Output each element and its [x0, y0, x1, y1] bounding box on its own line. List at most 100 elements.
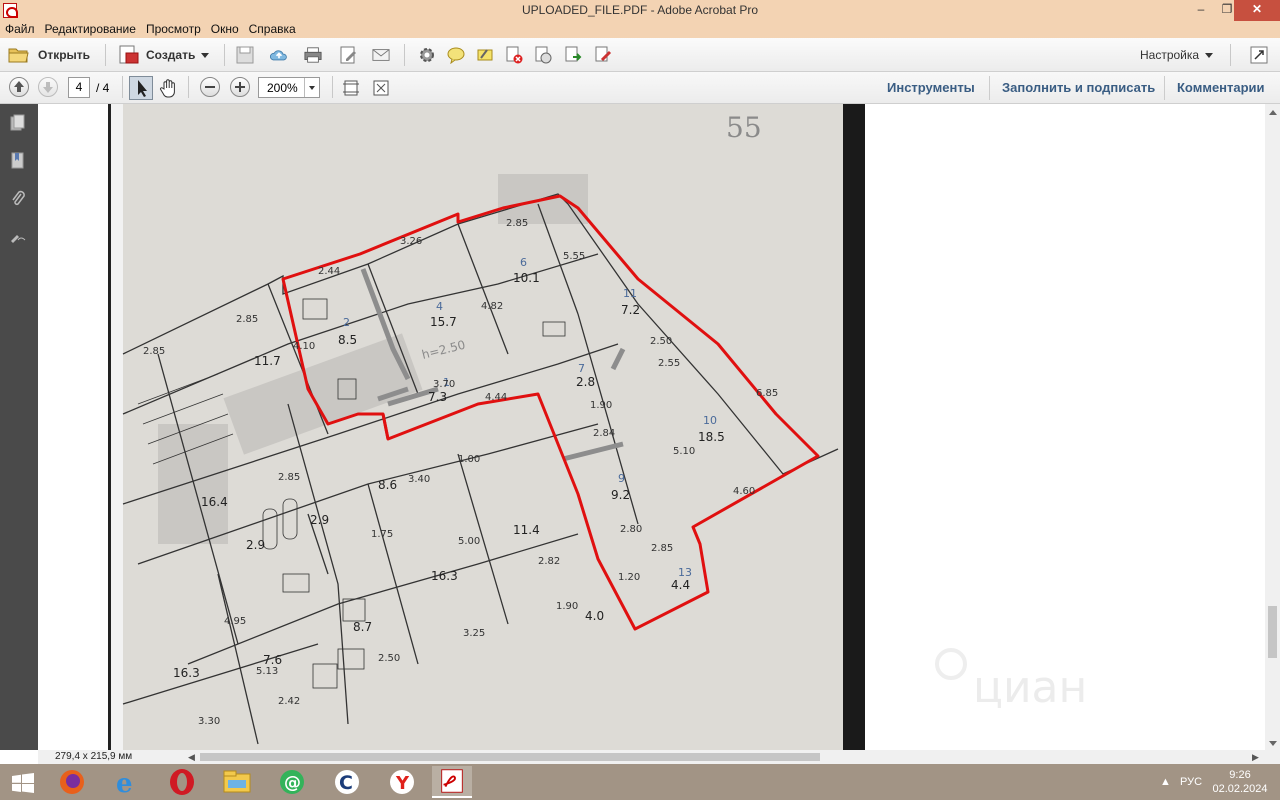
close-button[interactable]: ✕ [1234, 0, 1280, 21]
menu-view[interactable]: Просмотр [141, 21, 206, 38]
opera-icon[interactable] [162, 766, 202, 798]
svg-text:2.55: 2.55 [658, 358, 680, 369]
svg-text:6.85: 6.85 [756, 388, 778, 399]
page-number-input[interactable]: 4 [68, 77, 90, 98]
clock[interactable]: 9:26 02.02.2024 [1210, 768, 1270, 796]
clock-date: 02.02.2024 [1212, 783, 1268, 795]
comment-icon[interactable] [447, 46, 465, 64]
minimize-button[interactable]: – [1187, 0, 1215, 21]
tools-link[interactable]: Инструменты [887, 80, 975, 95]
svg-text:1.90: 1.90 [590, 400, 612, 411]
signatures-icon[interactable] [10, 228, 26, 246]
file-explorer-icon[interactable] [217, 766, 257, 798]
svg-text:2.85: 2.85 [506, 218, 528, 229]
folder-icon [8, 48, 29, 63]
room-label: 9.2 [611, 488, 630, 502]
room-label: 2.9 [310, 513, 329, 527]
menu-file[interactable]: Файл [0, 21, 40, 38]
language-indicator[interactable]: РУС [1180, 776, 1202, 788]
save-icon[interactable] [236, 46, 254, 64]
horizontal-scroll-thumb[interactable] [200, 753, 820, 761]
open-button[interactable]: Открыть [8, 42, 90, 68]
room-number: 13 [678, 566, 692, 579]
svg-text:Y: Y [395, 773, 410, 794]
room-number: 11 [623, 287, 637, 300]
arrow-down-icon [43, 82, 53, 93]
svg-text:5.55: 5.55 [563, 251, 585, 262]
menu-edit[interactable]: Редактирование [40, 21, 141, 38]
fit-page-icon[interactable] [342, 79, 360, 97]
svg-text:2.84: 2.84 [593, 428, 615, 439]
print-icon[interactable] [304, 46, 322, 64]
email-icon[interactable] [372, 46, 390, 64]
room-number: 6 [520, 256, 527, 269]
vertical-scrollbar[interactable] [1265, 104, 1280, 750]
internet-explorer-icon[interactable]: e [106, 766, 146, 798]
zoom-select[interactable]: 200% [258, 77, 320, 98]
svg-text:5.10: 5.10 [673, 446, 695, 457]
page-mark: 55 [726, 111, 762, 144]
ccleaner-icon[interactable]: C [327, 766, 367, 798]
menu-help[interactable]: Справка [244, 21, 301, 38]
clock-time: 9:26 [1229, 769, 1251, 781]
full-screen-icon[interactable] [372, 79, 390, 97]
navigation-toolbar: 4 / 4 200% Инструменты Заполнить и подпи… [0, 72, 1280, 104]
room-label: 2.9 [246, 538, 265, 552]
arrow-up-icon [14, 81, 24, 92]
scroll-right-icon[interactable]: ▶ [1252, 752, 1259, 763]
menu-window[interactable]: Окно [206, 21, 244, 38]
mail-agent-icon[interactable]: @ [272, 766, 312, 798]
previous-page-button[interactable] [9, 77, 29, 97]
room-number: 10 [703, 414, 717, 427]
windows-start-icon[interactable] [12, 773, 34, 793]
room-label: 11.4 [513, 523, 540, 537]
svg-text:2.50: 2.50 [378, 653, 400, 664]
protect-icon[interactable] [534, 46, 552, 64]
room-number: 7 [578, 362, 585, 375]
delete-page-icon[interactable] [505, 46, 523, 64]
create-pdf-icon [119, 45, 139, 64]
firefox-icon[interactable] [52, 766, 92, 798]
room-label: 10.1 [513, 271, 540, 285]
svg-text:4.44: 4.44 [485, 392, 507, 403]
room-label: 16.3 [173, 666, 200, 680]
next-page-button[interactable] [38, 77, 58, 97]
room-label: 8.7 [353, 620, 372, 634]
hand-tool-icon[interactable] [158, 77, 180, 99]
room-label: 7.2 [621, 303, 640, 317]
page-size-label: 279,4 x 215,9 мм [55, 751, 133, 762]
settings-button[interactable]: Настройка [1140, 48, 1214, 62]
page-thumbnails-icon[interactable] [10, 114, 26, 132]
attachments-icon[interactable] [10, 190, 26, 208]
tray-expand-icon[interactable]: ▲ [1160, 776, 1171, 788]
svg-text:e: e [116, 769, 133, 798]
acrobat-taskbar-icon[interactable] [432, 766, 472, 798]
room-label: 11.7 [254, 354, 281, 368]
main-toolbar: Открыть Создать Настройка [0, 38, 1280, 72]
highlight-icon[interactable] [476, 46, 494, 64]
bookmarks-icon[interactable] [10, 152, 26, 170]
svg-text:2.85: 2.85 [143, 346, 165, 357]
select-tool-icon[interactable] [129, 76, 153, 100]
cloud-upload-icon[interactable] [270, 46, 288, 64]
room-label: 7.3 [428, 390, 447, 404]
expand-icon[interactable] [1250, 46, 1268, 64]
room-label: 8.6 [378, 478, 397, 492]
fill-sign-link[interactable]: Заполнить и подписать [1002, 80, 1155, 95]
vertical-scroll-thumb[interactable] [1268, 606, 1277, 658]
gear-icon[interactable] [418, 46, 436, 64]
svg-text:3.30: 3.30 [198, 716, 220, 727]
export-icon[interactable] [564, 46, 582, 64]
zoom-out-button[interactable] [200, 77, 220, 97]
svg-text:1.75: 1.75 [371, 529, 393, 540]
create-button[interactable]: Создать [118, 42, 210, 68]
document-view[interactable]: 55 7.3 8.5 15.7 10.1 2.8 9.2 18.5 7.2 4.… [38, 104, 1265, 750]
zoom-in-button[interactable] [230, 77, 250, 97]
room-number: 2 [343, 316, 350, 329]
sign-icon[interactable] [594, 46, 612, 64]
edit-document-icon[interactable] [340, 46, 358, 64]
comments-link[interactable]: Комментарии [1177, 80, 1265, 95]
room-label: 7.6 [263, 653, 282, 667]
scroll-left-icon[interactable]: ◀ [188, 752, 195, 763]
yandex-browser-icon[interactable]: Y [382, 766, 422, 798]
